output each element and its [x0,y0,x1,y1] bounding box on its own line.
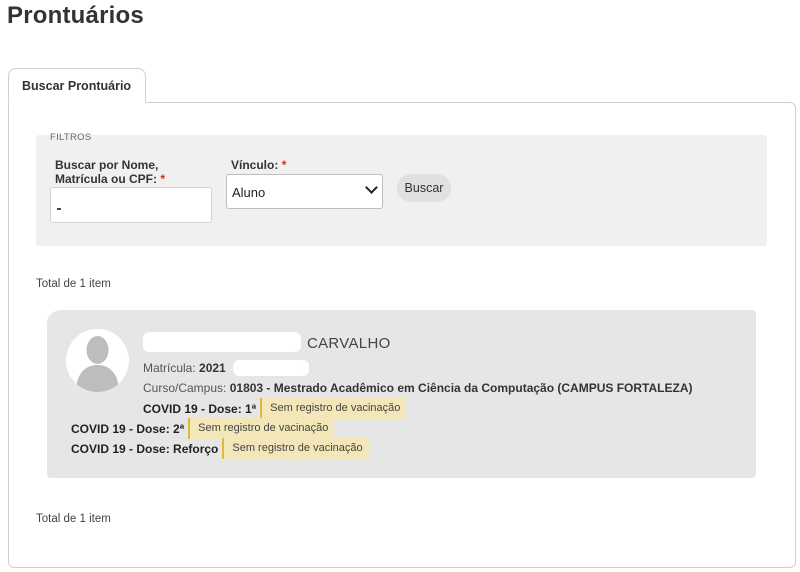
matricula-value: 2021 [199,361,226,375]
search-input[interactable] [50,187,212,223]
patient-name: CARVALHO [307,335,391,352]
page-title: Prontuários [7,2,144,29]
redacted-text [57,208,61,210]
vinculo-label-text: Vínculo: [231,158,279,172]
required-mark: * [160,172,166,186]
curso-line: Curso/Campus: 01803 - Mestrado Acadêmico… [143,381,692,395]
tab-label: Buscar Prontuário [22,79,132,93]
patient-record-card[interactable]: CARVALHO Matrícula: 2021 Curso/Campus: 0… [47,310,756,478]
vaccination-status-badge: Sem registro de vacinação [222,438,369,459]
vaccination-status-badge: Sem registro de vacinação [260,398,407,419]
search-button[interactable]: Buscar [397,174,451,202]
search-label-text: Buscar por Nome, Matrícula ou CPF: [55,158,159,186]
vaccination-status-badge: Sem registro de vacinação [188,418,335,439]
vinculo-label: Vínculo: * [231,158,286,172]
vinculo-select[interactable]: Aluno [226,174,383,209]
vaccination-row: COVID 19 - Dose: Reforço Sem registro de… [71,438,369,459]
user-silhouette-icon [76,336,119,392]
vaccination-row: COVID 19 - Dose: 2ª Sem registro de vaci… [71,418,335,439]
required-mark: * [281,158,287,172]
filters-fieldset: FILTROS Buscar por Nome, Matrícula ou CP… [36,132,767,246]
matricula-line: Matrícula: 2021 [143,361,226,375]
vaccination-label: COVID 19 - Dose: 2ª [71,421,185,436]
vaccination-label: COVID 19 - Dose: 1ª [143,401,257,416]
vaccination-row: COVID 19 - Dose: 1ª Sem registro de vaci… [143,398,407,419]
matricula-label: Matrícula: [143,361,196,375]
curso-label: Curso/Campus: [143,381,227,395]
tab-buscar-prontuario[interactable]: Buscar Prontuário [8,68,146,103]
search-label: Buscar por Nome, Matrícula ou CPF: * [55,158,205,186]
vaccination-label: COVID 19 - Dose: Reforço [71,441,219,456]
total-items-bottom: Total de 1 item [36,513,111,525]
redacted-matricula [233,360,309,376]
filters-legend: FILTROS [50,132,92,143]
chevron-down-icon [365,181,378,194]
redacted-name [143,332,301,352]
vinculo-selected-value: Aluno [232,185,266,200]
avatar [66,329,129,392]
total-items-top: Total de 1 item [36,278,111,290]
curso-value: 01803 - Mestrado Acadêmico em Ciência da… [229,381,693,395]
